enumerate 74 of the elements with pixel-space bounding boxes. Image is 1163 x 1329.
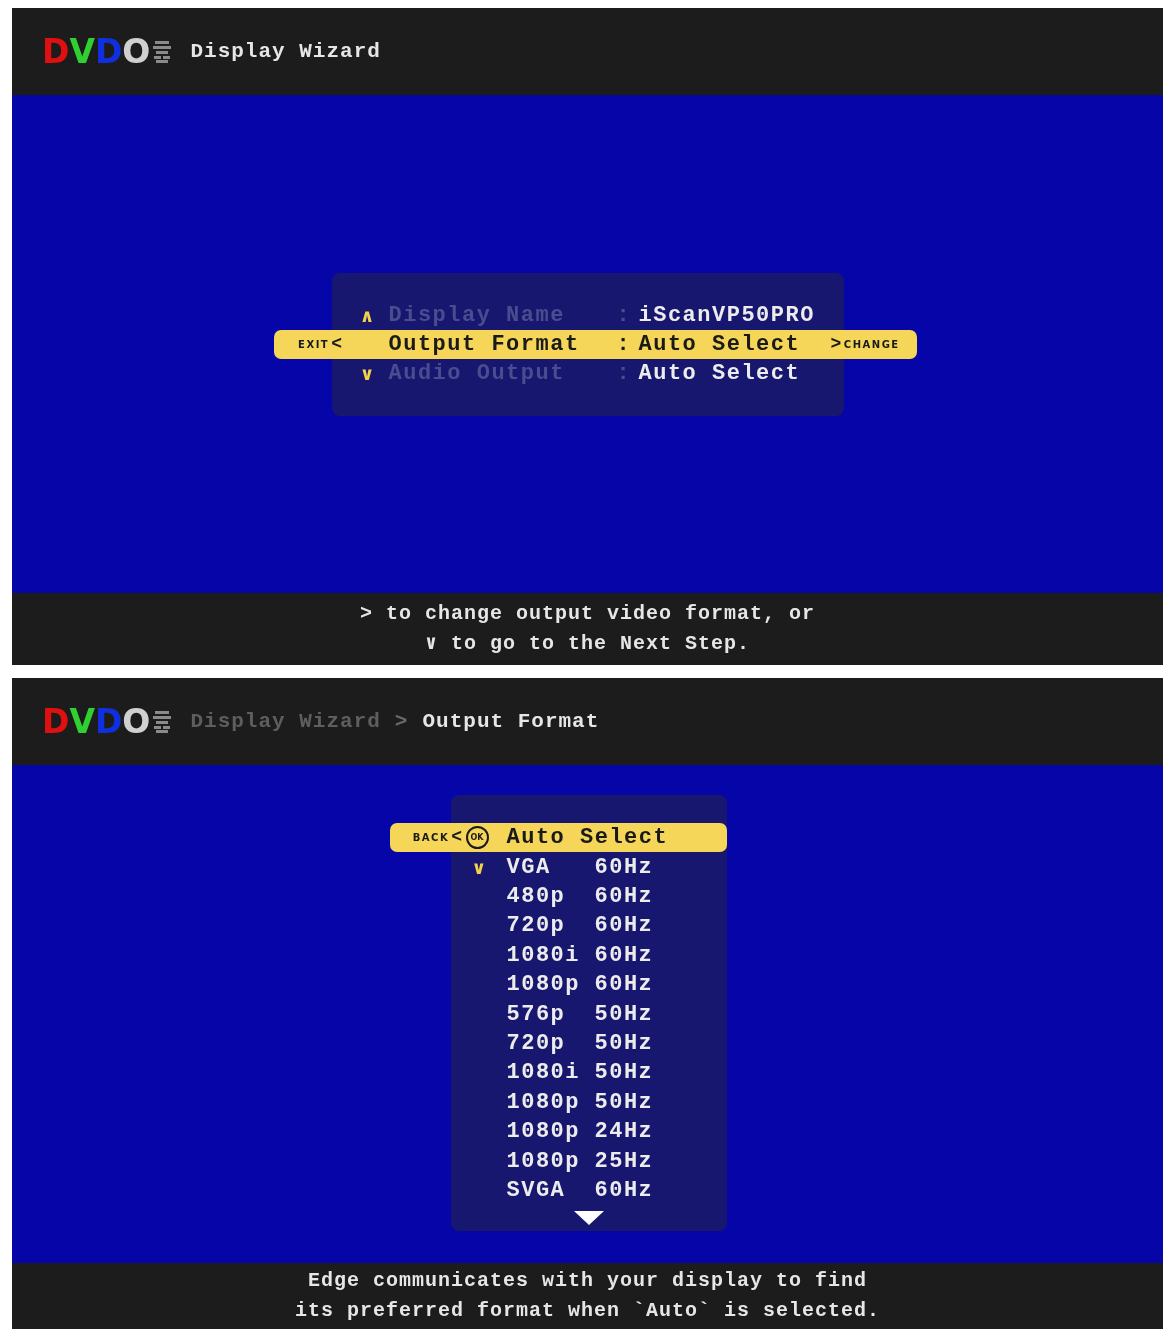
refresh-rate: 60Hz bbox=[594, 883, 654, 911]
setting-value: Auto Select bbox=[638, 330, 802, 359]
format-label: 1080p bbox=[506, 1118, 581, 1147]
format-option[interactable]: 1080i 50Hz bbox=[389, 1058, 727, 1088]
key-hint: CHANGE bbox=[843, 337, 900, 352]
setting-label: Output Format bbox=[388, 330, 581, 359]
format-option[interactable]: 720p 60Hz bbox=[389, 911, 727, 941]
format-label: 576p bbox=[506, 1000, 567, 1029]
refresh-rate: 60Hz bbox=[594, 853, 654, 882]
format-label: 1080p bbox=[506, 971, 581, 1000]
refresh-rate: 50Hz bbox=[594, 1000, 654, 1029]
refresh-rate: 25Hz bbox=[594, 1147, 654, 1176]
breadcrumb-separator: > bbox=[394, 708, 409, 735]
format-option[interactable]: 1080p 60Hz bbox=[389, 969, 727, 1000]
refresh-rate: 50Hz bbox=[594, 1059, 654, 1088]
key-hint: EXIT bbox=[298, 337, 330, 352]
format-label: 1080p bbox=[506, 1088, 581, 1117]
format-option[interactable]: 720p 50Hz bbox=[389, 1028, 727, 1059]
help-text: its preferred format when `Auto` is selected. bbox=[294, 1298, 881, 1324]
refresh-rate: 60Hz bbox=[594, 971, 654, 1000]
refresh-rate: 60Hz bbox=[594, 912, 654, 941]
format-label: 1080p bbox=[506, 1147, 581, 1176]
logo-emblem-icon bbox=[152, 709, 173, 734]
breadcrumb-item: Output Format bbox=[422, 708, 600, 735]
refresh-rate: 24Hz bbox=[594, 1118, 654, 1147]
help-text: ∨ to go to the Next Step. bbox=[424, 631, 751, 657]
format-option[interactable]: 576p 50Hz bbox=[389, 999, 727, 1029]
refresh-rate: 60Hz bbox=[594, 1176, 654, 1205]
format-label: SVGA bbox=[506, 1176, 567, 1205]
logo-letter: D bbox=[94, 35, 123, 68]
refresh-rate: 50Hz bbox=[594, 1029, 654, 1058]
format-option[interactable]: ∨ VGA 60Hz bbox=[389, 852, 727, 882]
logo-letter: V bbox=[69, 35, 95, 68]
scroll-arrow: ∨ bbox=[359, 361, 375, 386]
setting-value: Auto Select bbox=[638, 359, 802, 388]
format-label: 1080i bbox=[506, 941, 581, 970]
logo-letter: O bbox=[122, 35, 151, 68]
logo-letter: D bbox=[42, 705, 70, 738]
format-label: 720p bbox=[506, 912, 567, 941]
logo-letter: D bbox=[94, 705, 123, 738]
refresh-rate: 60Hz bbox=[594, 941, 654, 970]
separator-colon: : bbox=[616, 359, 633, 388]
format-label: Auto Select bbox=[506, 824, 669, 853]
setting-value: iScanVP50PRO bbox=[638, 301, 816, 330]
format-label: 720p bbox=[506, 1029, 567, 1058]
format-option[interactable]: 1080p 50Hz bbox=[389, 1087, 727, 1117]
logo-emblem-icon bbox=[152, 39, 173, 64]
breadcrumb-item: Display Wizard bbox=[190, 38, 381, 65]
key-hint: BACK bbox=[412, 831, 450, 846]
format-option[interactable]: BACK< OK Auto Select bbox=[389, 823, 727, 853]
scroll-arrow: ∨ bbox=[471, 855, 487, 880]
logo-letter: O bbox=[122, 705, 151, 738]
logo-letter: D bbox=[42, 35, 70, 68]
ok-button: OK bbox=[465, 826, 489, 850]
separator-colon: : bbox=[616, 301, 633, 330]
left-arrow: < bbox=[451, 826, 464, 850]
right-arrow: > bbox=[830, 332, 843, 356]
help-text: Edge communicates with your display to find bbox=[307, 1268, 868, 1294]
logo-letter: V bbox=[69, 705, 95, 738]
format-label: 480p bbox=[506, 883, 567, 911]
format-option[interactable]: SVGA 60Hz bbox=[389, 1175, 727, 1206]
scroll-arrow: ∧ bbox=[359, 303, 375, 328]
left-arrow: < bbox=[331, 332, 344, 356]
menu-row[interactable]: EXIT< Output Format : Auto Select >CHANGE bbox=[273, 329, 917, 359]
format-label: VGA bbox=[506, 853, 552, 882]
separator-colon: : bbox=[616, 330, 633, 359]
format-option[interactable]: 1080i 60Hz bbox=[389, 940, 727, 970]
format-option[interactable]: 1080p 24Hz bbox=[389, 1116, 727, 1147]
refresh-rate: 50Hz bbox=[594, 1088, 654, 1117]
format-label: 1080i bbox=[506, 1059, 581, 1088]
breadcrumb-item: Display Wizard bbox=[190, 708, 381, 735]
help-text: > to change output video format, or bbox=[359, 601, 816, 627]
format-option[interactable]: 480p 60Hz bbox=[389, 881, 727, 912]
format-option[interactable]: 1080p 25Hz bbox=[389, 1146, 727, 1176]
